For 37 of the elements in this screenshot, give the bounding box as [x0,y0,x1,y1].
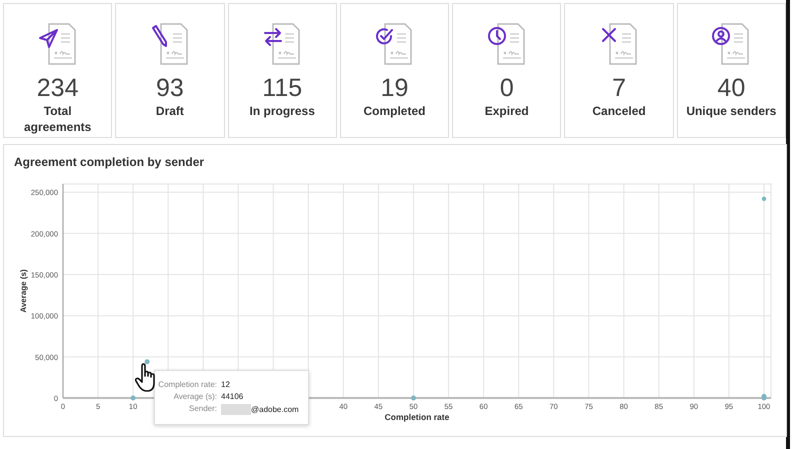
stat-value: 93 [156,75,184,101]
x-axis-title: Completion rate [384,412,450,422]
data-point[interactable] [762,196,766,202]
chart-title: Agreement completion by sender [13,154,206,171]
stat-label: Total agreements [22,103,92,135]
tooltip-value: 12 [221,380,231,389]
stat-card[interactable]: 0 Expired [452,3,562,138]
tooltip-label: Sender: [188,404,217,415]
stat-label: Draft [154,103,185,119]
tooltip-label: Completion rate: [157,380,217,389]
stat-value: 7 [612,75,626,101]
data-point[interactable] [144,359,150,364]
y-axis-title: Average (s) [19,269,28,313]
stat-value: 234 [36,75,78,101]
data-point[interactable] [130,396,136,400]
stat-card[interactable]: 93 Draft [115,3,225,138]
data-point[interactable] [762,394,766,399]
stat-label: Expired [484,103,530,119]
stat-card[interactable]: 234 Total agreements [3,3,112,138]
tooltip-value: @adobe.com [221,404,302,415]
tooltip-label: Average (s): [172,392,217,401]
stat-value: 19 [380,75,408,101]
stat-card[interactable]: 7 Canceled [564,3,674,138]
document-clock-icon [486,22,528,66]
data-point[interactable] [411,396,416,400]
stat-label: Unique senders [686,103,776,119]
stat-label: Canceled [591,103,647,119]
stat-card[interactable]: 115 In progress [228,3,337,138]
stat-value: 0 [500,75,514,101]
stat-value: 40 [717,75,746,101]
tooltip-value: 44106 [221,392,244,401]
stat-card[interactable]: 19 Completed [340,3,450,138]
stat-label: Completed [362,103,426,119]
stat-value: 115 [262,75,302,101]
stat-card[interactable]: 40 Unique senders [676,3,786,138]
stat-label: In progress [248,103,316,119]
document-send-icon [36,22,79,66]
